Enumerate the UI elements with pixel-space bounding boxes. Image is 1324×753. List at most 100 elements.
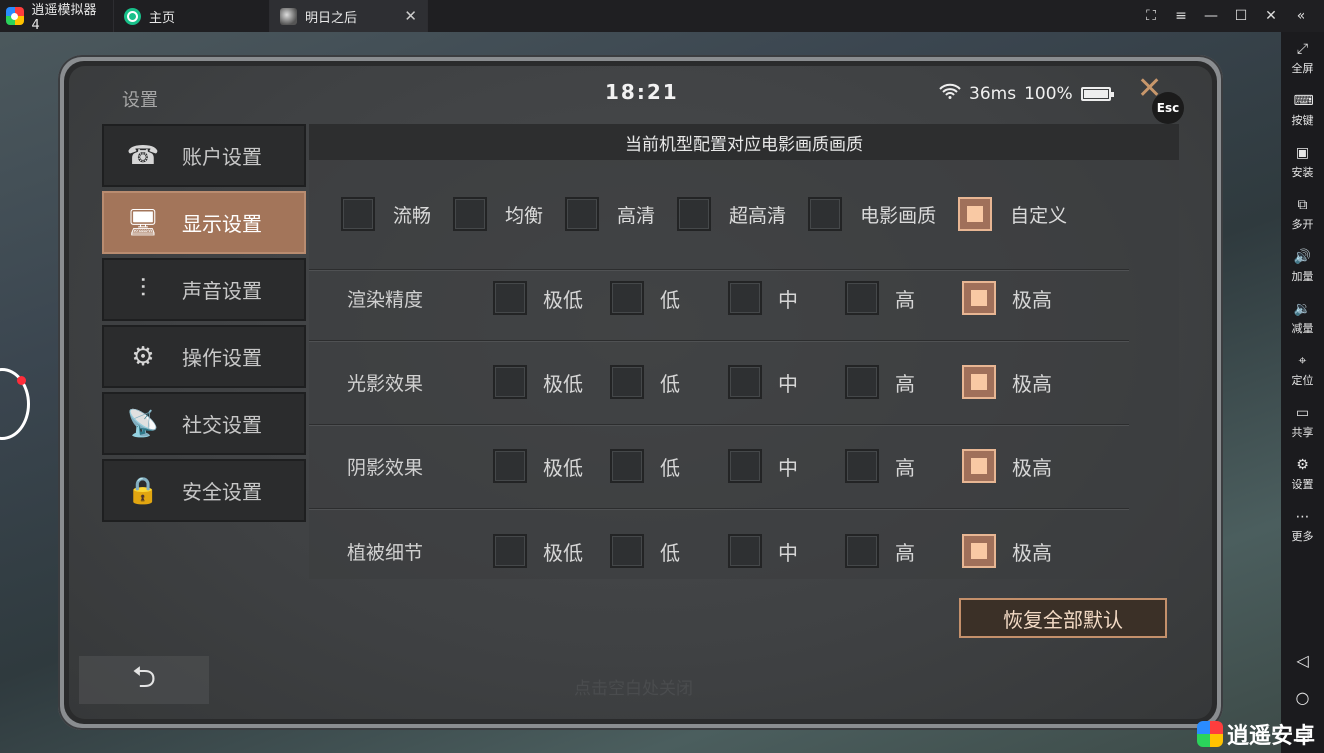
option-checkbox[interactable] — [962, 449, 996, 483]
sidebar-item-multi-instance[interactable]: ⧉ 多开 — [1281, 188, 1324, 240]
collapse-sidebar-icon[interactable]: « — [1286, 8, 1316, 24]
preset-balanced[interactable]: 均衡 — [453, 197, 543, 231]
back-arrow-icon: ⮌ — [131, 659, 157, 695]
option-choice[interactable]: 中 — [728, 534, 798, 568]
option-choice[interactable]: 极低 — [493, 281, 583, 315]
option-choice[interactable]: 高 — [845, 365, 915, 399]
esc-badge[interactable]: Esc — [1152, 92, 1184, 124]
menu-item-sound[interactable]: ⫶ 声音设置 — [102, 258, 306, 321]
option-checkbox[interactable] — [962, 534, 996, 568]
option-row-label: 植被细节 — [347, 541, 424, 564]
option-checkbox[interactable] — [728, 449, 762, 483]
back-button[interactable]: ⮌ — [79, 656, 209, 704]
preset-checkbox[interactable] — [341, 197, 375, 231]
screenshot-icon[interactable]: ⛶ — [1136, 8, 1166, 24]
option-choice[interactable]: 高 — [845, 534, 915, 568]
option-checkbox[interactable] — [845, 534, 879, 568]
preset-ultra-hd[interactable]: 超高清 — [677, 197, 786, 231]
maximize-icon[interactable]: ☐ — [1226, 8, 1256, 24]
option-checkbox[interactable] — [845, 365, 879, 399]
option-checkbox[interactable] — [610, 365, 644, 399]
wifi-icon — [939, 83, 961, 104]
preset-checkbox[interactable] — [808, 197, 843, 231]
preset-cinematic[interactable]: 电影画质 — [808, 197, 936, 231]
social-icon: 📡 — [126, 408, 160, 439]
sidebar-item-folder[interactable]: ▭ 共享 — [1281, 396, 1324, 448]
close-window-icon[interactable]: ✕ — [1256, 8, 1286, 24]
tab-close-icon[interactable]: ✕ — [404, 7, 417, 25]
tab-game[interactable]: 明日之后 ✕ — [270, 0, 428, 32]
sidebar-item-label: 全屏 — [1291, 62, 1314, 75]
option-checkbox[interactable] — [610, 534, 644, 568]
minimize-icon[interactable]: — — [1196, 8, 1226, 24]
option-checkbox[interactable] — [728, 534, 762, 568]
menu-item-controls[interactable]: ⚙ 操作设置 — [102, 325, 306, 388]
option-choice[interactable]: 极低 — [493, 449, 583, 483]
preset-checkbox[interactable] — [958, 197, 993, 231]
option-choice[interactable]: 低 — [610, 449, 680, 483]
menu-item-display[interactable]: 🖥 显示设置 — [102, 191, 306, 254]
option-choice[interactable]: 高 — [845, 281, 915, 315]
option-choice[interactable]: 中 — [728, 281, 798, 315]
option-checkbox[interactable] — [728, 365, 762, 399]
option-label: 中 — [778, 287, 798, 312]
option-choice[interactable]: 中 — [728, 365, 798, 399]
nav-home-icon[interactable]: ○ — [1296, 679, 1310, 716]
menu-icon[interactable]: ≡ — [1166, 8, 1196, 24]
menu-item-social[interactable]: 📡 社交设置 — [102, 392, 306, 455]
tab-app[interactable]: 逍遥模拟器4 — [0, 0, 114, 33]
menu-item-security[interactable]: 🔒 安全设置 — [102, 459, 306, 522]
option-checkbox[interactable] — [610, 281, 644, 315]
option-checkbox[interactable] — [845, 449, 879, 483]
settings-menu: ☎ 账户设置 🖥 显示设置 ⫶ 声音设置 ⚙ 操作设置 📡 社交设置 🔒 安全设… — [102, 124, 306, 526]
option-checkbox[interactable] — [493, 534, 527, 568]
option-choice[interactable]: 极高 — [962, 281, 1052, 315]
preset-label: 超高清 — [729, 204, 787, 227]
option-checkbox[interactable] — [962, 365, 996, 399]
option-checkbox[interactable] — [962, 281, 996, 315]
option-choice[interactable]: 低 — [610, 365, 680, 399]
option-label: 极低 — [543, 371, 583, 396]
menu-item-account[interactable]: ☎ 账户设置 — [102, 124, 306, 187]
option-choice[interactable]: 极低 — [493, 534, 583, 568]
sidebar-item-gear[interactable]: ⚙ 设置 — [1281, 448, 1324, 500]
option-choice[interactable]: 中 — [728, 449, 798, 483]
sidebar-item-keyboard[interactable]: ⌨ 按键 — [1281, 84, 1324, 136]
ping-value: 36ms — [969, 83, 1017, 104]
option-label: 中 — [778, 371, 798, 396]
nav-back-icon[interactable]: ◁ — [1296, 642, 1308, 679]
option-choice[interactable]: 低 — [610, 534, 680, 568]
option-choice[interactable]: 极低 — [493, 365, 583, 399]
option-checkbox[interactable] — [728, 281, 762, 315]
display-settings-panel: 当前机型配置对应电影画质画质 流畅 均衡 高清 超高清 电影画质 自定义 渲染精… — [309, 124, 1179, 579]
menu-item-label: 社交设置 — [182, 413, 262, 437]
sidebar-item-fullscreen[interactable]: ⤢ 全屏 — [1281, 32, 1324, 84]
option-choice[interactable]: 极高 — [962, 534, 1052, 568]
preset-checkbox[interactable] — [565, 197, 600, 231]
reset-defaults-button[interactable]: 恢复全部默认 — [959, 598, 1167, 638]
option-checkbox[interactable] — [493, 365, 527, 399]
preset-checkbox[interactable] — [453, 197, 488, 231]
option-label: 极高 — [1012, 455, 1052, 480]
sidebar-item-location[interactable]: ⌖ 定位 — [1281, 344, 1324, 396]
tab-home[interactable]: 主页 — [114, 0, 270, 32]
option-choice[interactable]: 高 — [845, 449, 915, 483]
option-checkbox[interactable] — [493, 449, 527, 483]
option-row-label: 阴影效果 — [347, 456, 424, 479]
option-choice[interactable]: 极高 — [962, 365, 1052, 399]
preset-checkbox[interactable] — [677, 197, 712, 231]
sidebar-item-label: 更多 — [1291, 530, 1314, 543]
sidebar-item-volume-down[interactable]: 🔉 减量 — [1281, 292, 1324, 344]
option-choice[interactable]: 极高 — [962, 449, 1052, 483]
preset-smooth[interactable]: 流畅 — [341, 197, 431, 231]
preset-custom[interactable]: 自定义 — [958, 197, 1067, 231]
option-choice[interactable]: 低 — [610, 281, 680, 315]
sidebar-item-apk[interactable]: ▣ 安装 — [1281, 136, 1324, 188]
option-checkbox[interactable] — [493, 281, 527, 315]
sidebar-item-more[interactable]: ⋯ 更多 — [1281, 500, 1324, 552]
multi-instance-icon: ⧉ — [1297, 197, 1308, 213]
option-checkbox[interactable] — [845, 281, 879, 315]
sidebar-item-volume-up[interactable]: 🔊 加量 — [1281, 240, 1324, 292]
preset-hd[interactable]: 高清 — [565, 197, 655, 231]
option-checkbox[interactable] — [610, 449, 644, 483]
